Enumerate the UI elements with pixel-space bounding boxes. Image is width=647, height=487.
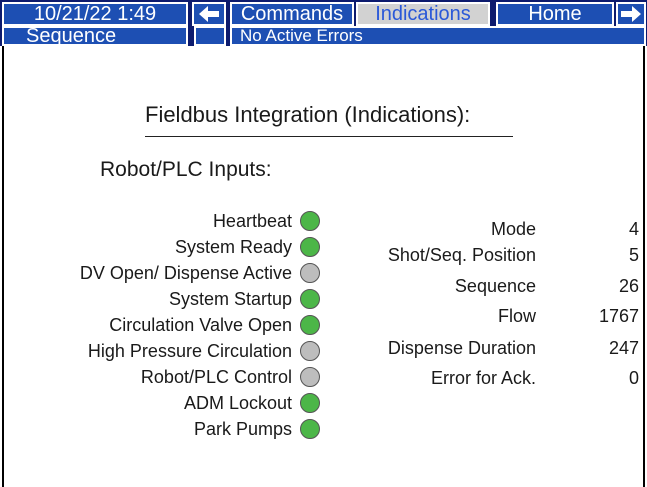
status-led: [300, 341, 320, 361]
status-led: [300, 263, 320, 283]
input-label: System Startup: [168, 289, 292, 309]
status-value: 4: [628, 219, 639, 239]
tab-indications[interactable]: Indications: [356, 2, 490, 26]
input-label: Circulation Valve Open: [109, 315, 292, 335]
status-value: 247: [608, 338, 639, 358]
sequence-button[interactable]: Sequence: [2, 26, 188, 46]
input-label: High Pressure Circulation: [87, 341, 292, 361]
title-underline: [145, 136, 513, 137]
input-label: System Ready: [174, 237, 292, 257]
arrow-left-icon: [199, 6, 219, 22]
back-button[interactable]: [192, 2, 226, 26]
status-label: Dispense Duration: [387, 338, 536, 358]
page-title: Fieldbus Integration (Indications):: [145, 102, 471, 127]
status-label: Shot/Seq. Position: [387, 245, 536, 265]
input-label: DV Open/ Dispense Active: [79, 263, 292, 283]
input-label: Park Pumps: [193, 419, 292, 439]
status-led: [300, 367, 320, 387]
input-label: Robot/PLC Control: [140, 367, 292, 387]
tab-home[interactable]: Home: [496, 2, 614, 26]
input-label: ADM Lockout: [183, 393, 292, 413]
status-led: [300, 289, 320, 309]
status-label: Mode: [490, 219, 536, 239]
tab-commands[interactable]: Commands: [230, 2, 354, 26]
status-value: 26: [618, 276, 639, 296]
status-led: [300, 315, 320, 335]
status-value: 5: [628, 245, 639, 265]
datetime-display: 10/21/22 1:49: [2, 2, 188, 26]
status-bar: No Active Errors: [230, 26, 646, 46]
status-led: [300, 211, 320, 231]
arrow-right-icon: [621, 6, 641, 22]
status-value: 1767: [598, 306, 639, 326]
status-value: 0: [628, 368, 639, 388]
status-label: Error for Ack.: [430, 368, 536, 388]
status-led: [300, 393, 320, 413]
top-bar: 10/21/22 1:49 Commands Indications Home …: [0, 0, 647, 46]
section-subtitle: Robot/PLC Inputs:: [100, 158, 272, 181]
input-label: Heartbeat: [212, 211, 292, 231]
status-label: Flow: [497, 306, 536, 326]
blank-button[interactable]: [194, 26, 226, 46]
forward-button[interactable]: [616, 2, 646, 26]
status-label: Sequence: [454, 276, 536, 296]
status-led: [300, 419, 320, 439]
status-led: [300, 237, 320, 257]
